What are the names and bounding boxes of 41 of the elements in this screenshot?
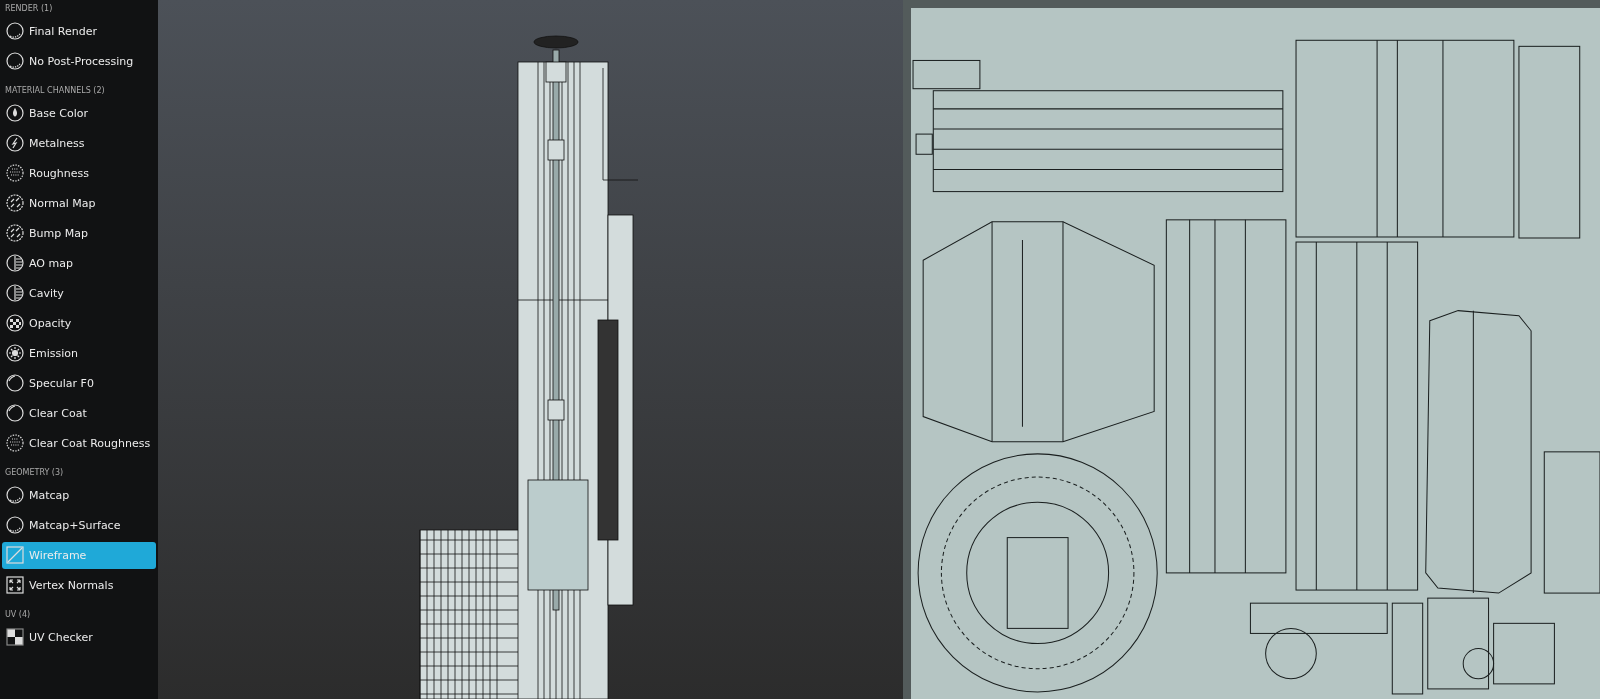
section-heading: MATERIAL CHANNELS (2) bbox=[4, 85, 106, 97]
checker-sphere-icon bbox=[5, 313, 25, 333]
section-heading: GEOMETRY (3) bbox=[4, 467, 65, 479]
bolt-icon bbox=[5, 133, 25, 153]
view-mode-item[interactable]: UV Checker bbox=[2, 623, 156, 651]
checker-icon bbox=[5, 627, 25, 647]
section-heading: RENDER (1) bbox=[4, 4, 54, 15]
section-heading: UV (4) bbox=[4, 609, 32, 621]
view-mode-item[interactable]: Clear Coat Roughness bbox=[2, 429, 156, 457]
sphere-icon bbox=[5, 485, 25, 505]
view-mode-item[interactable]: Matcap bbox=[2, 481, 156, 509]
view-mode-item[interactable]: Cavity bbox=[2, 279, 156, 307]
view-mode-item[interactable]: Matcap+Surface bbox=[2, 511, 156, 539]
arrows-sphere-icon bbox=[5, 223, 25, 243]
view-mode-item[interactable]: Opacity bbox=[2, 309, 156, 337]
sphere-icon bbox=[5, 51, 25, 71]
circle-icon bbox=[5, 403, 25, 423]
view-mode-item[interactable]: AO map bbox=[2, 249, 156, 277]
view-mode-item[interactable]: Normal Map bbox=[2, 189, 156, 217]
dotted-sphere-icon bbox=[5, 433, 25, 453]
half-circle-icon bbox=[5, 253, 25, 273]
view-mode-item[interactable]: Bump Map bbox=[2, 219, 156, 247]
sphere-icon bbox=[5, 21, 25, 41]
diagonal-square-icon bbox=[5, 545, 25, 565]
view-mode-item[interactable]: Vertex Normals bbox=[2, 571, 156, 599]
view-mode-item[interactable]: Base Color bbox=[2, 99, 156, 127]
view-mode-item[interactable]: Final Render bbox=[2, 17, 156, 45]
drop-icon bbox=[5, 103, 25, 123]
half-circle-icon bbox=[5, 283, 25, 303]
view-mode-item[interactable]: Specular F0 bbox=[2, 369, 156, 397]
view-mode-item[interactable]: Roughness bbox=[2, 159, 156, 187]
expand-arrows-icon bbox=[5, 575, 25, 595]
sun-icon bbox=[5, 343, 25, 363]
arrows-sphere-icon bbox=[5, 193, 25, 213]
view-mode-item[interactable]: Metalness bbox=[2, 129, 156, 157]
circle-icon bbox=[5, 373, 25, 393]
view-mode-item[interactable]: Clear Coat bbox=[2, 399, 156, 427]
sphere-icon bbox=[5, 515, 25, 535]
view-mode-item[interactable]: No Post-Processing bbox=[2, 47, 156, 75]
dotted-sphere-icon bbox=[5, 163, 25, 183]
view-mode-item[interactable]: Emission bbox=[2, 339, 156, 367]
